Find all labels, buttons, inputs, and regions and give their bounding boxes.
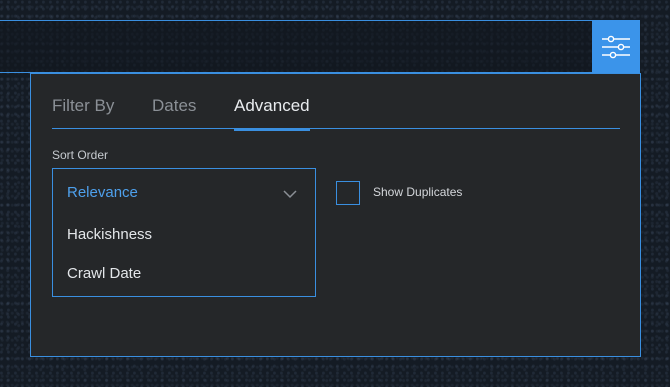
show-duplicates-label: Show Duplicates: [373, 185, 463, 199]
tab-advanced[interactable]: Advanced: [234, 96, 310, 131]
sliders-icon: [601, 33, 631, 61]
sort-order-select[interactable]: Relevance: [52, 168, 316, 216]
filter-toggle-button[interactable]: [592, 20, 640, 73]
filter-panel: Filter By Dates Advanced Sort Order Rele…: [30, 73, 641, 357]
sort-option-crawl-date[interactable]: Crawl Date: [67, 265, 141, 282]
search-bar-area: [0, 20, 592, 73]
sort-order-options: Hackishness Crawl Date: [52, 215, 316, 297]
tab-filter-by[interactable]: Filter By: [52, 96, 114, 129]
sort-option-hackishness[interactable]: Hackishness: [67, 226, 152, 243]
sort-order-label: Sort Order: [52, 148, 109, 162]
sort-order-selected-value: Relevance: [67, 184, 138, 201]
filter-tabs: Filter By Dates Advanced: [52, 96, 620, 131]
show-duplicates-checkbox[interactable]: [336, 181, 360, 205]
tab-dates[interactable]: Dates: [152, 96, 196, 129]
chevron-down-icon: [283, 186, 297, 204]
